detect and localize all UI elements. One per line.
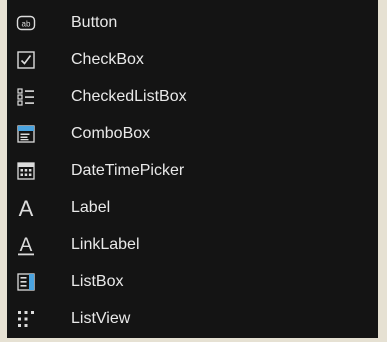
toolbox-item-label: ComboBox xyxy=(71,125,151,142)
toolbox-item-label: ListView xyxy=(71,310,131,327)
checkbox-icon xyxy=(15,49,37,71)
toolbox-item-combo-box[interactable]: ComboBox xyxy=(7,115,378,152)
toolbox-item-label: LinkLabel xyxy=(71,236,140,253)
toolbox-item-label-control[interactable]: A Label xyxy=(7,189,378,226)
toolbox-item-link-label[interactable]: A LinkLabel xyxy=(7,226,378,263)
toolbox-item-label: CheckedListBox xyxy=(71,88,187,105)
toolbox-item-button[interactable]: ab Button xyxy=(7,4,378,41)
toolbox-item-list-view[interactable]: ListView xyxy=(7,300,378,337)
toolbox-item-label: ListBox xyxy=(71,273,124,290)
button-icon-text: ab xyxy=(22,20,31,29)
label-icon-text: A xyxy=(19,197,34,219)
link-label-icon-text: A xyxy=(20,235,33,256)
toolbox-item-date-time-picker[interactable]: DateTimePicker xyxy=(7,152,378,189)
button-icon: ab xyxy=(15,12,37,34)
toolbox-item-checked-list-box[interactable]: CheckedListBox xyxy=(7,78,378,115)
label-icon: A xyxy=(15,197,37,219)
combo-box-icon xyxy=(15,123,37,145)
toolbox-list: ab Button CheckBox CheckedListBox ComboB… xyxy=(7,4,378,337)
toolbox-item-label: DateTimePicker xyxy=(71,162,185,179)
toolbox-item-checkbox[interactable]: CheckBox xyxy=(7,41,378,78)
list-view-icon xyxy=(15,308,37,330)
toolbox-item-label: Label xyxy=(71,199,111,216)
list-box-icon xyxy=(15,271,37,293)
date-time-picker-icon xyxy=(15,160,37,182)
toolbox-item-label: Button xyxy=(71,14,118,31)
screenshot-frame: ab Button CheckBox CheckedListBox ComboB… xyxy=(0,0,387,342)
toolbox-item-label: CheckBox xyxy=(71,51,144,68)
checked-list-box-icon xyxy=(15,86,37,108)
toolbox-panel: ab Button CheckBox CheckedListBox ComboB… xyxy=(7,0,378,338)
link-label-icon: A xyxy=(15,234,37,256)
toolbox-item-list-box[interactable]: ListBox xyxy=(7,263,378,300)
